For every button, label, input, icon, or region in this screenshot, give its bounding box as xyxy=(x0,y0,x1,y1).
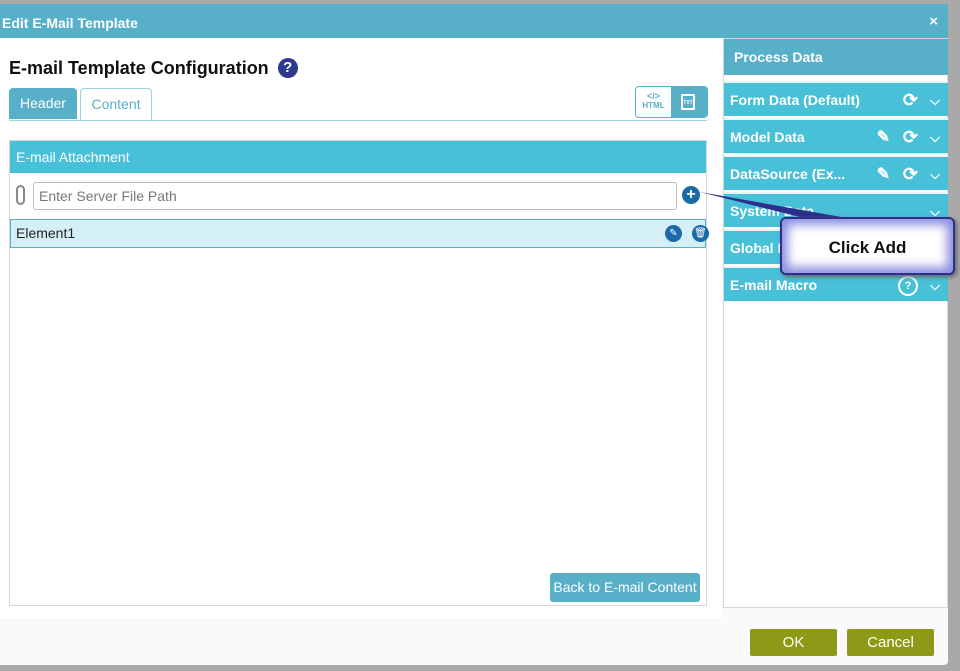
html-format-button[interactable]: </> HTML xyxy=(636,87,671,117)
dialog-title: Edit E-Mail Template xyxy=(2,15,138,31)
back-to-email-content-button[interactable]: Back to E-mail Content xyxy=(550,573,700,602)
refresh-icon[interactable]: ⟳ xyxy=(903,157,918,192)
chevron-down-icon[interactable]: ⌵ xyxy=(930,157,940,192)
process-data-item-model-data[interactable]: Model Data ✎ ⟳ ⌵ xyxy=(724,118,948,153)
attachment-list-item[interactable]: Element1 ✎ 🗑 xyxy=(10,219,709,248)
email-attachment-panel: E-mail Attachment + Element1 ✎ 🗑 Back to… xyxy=(9,140,709,606)
click-add-callout: Click Add xyxy=(780,217,955,275)
attachment-label: Element1 xyxy=(16,225,76,241)
txt-format-button[interactable]: TXT xyxy=(671,87,707,117)
process-data-title: Process Data xyxy=(724,39,948,75)
delete-trash-icon[interactable]: 🗑 xyxy=(692,225,709,242)
format-toggle: </> HTML TXT xyxy=(635,86,708,118)
template-config-area: E-mail Template Configuration ? Header C… xyxy=(0,38,722,618)
item-label: Form Data (Default) xyxy=(730,92,860,108)
tab-header[interactable]: Header xyxy=(9,88,77,119)
dialog-titlebar: Edit E-Mail Template × xyxy=(0,4,948,38)
txt-label: TXT xyxy=(683,100,693,106)
edit-email-template-dialog: Edit E-Mail Template × E-mail Template C… xyxy=(0,4,948,665)
refresh-icon[interactable]: ⟳ xyxy=(903,120,918,155)
chevron-down-icon[interactable]: ⌵ xyxy=(930,83,940,118)
chevron-down-icon[interactable]: ⌵ xyxy=(930,120,940,155)
item-label: E-mail Macro xyxy=(730,277,818,293)
page-title-text: E-mail Template Configuration xyxy=(9,58,269,78)
edit-pencil-icon[interactable]: ✎ xyxy=(665,225,682,242)
pencil-icon[interactable]: ✎ xyxy=(877,157,890,192)
help-icon[interactable]: ? xyxy=(277,58,298,78)
html-label: HTML xyxy=(642,101,665,110)
process-data-item-form-data[interactable]: Form Data (Default) ⟳ ⌵ xyxy=(724,81,948,116)
code-icon: </> xyxy=(646,91,660,101)
close-icon[interactable]: × xyxy=(929,13,938,30)
process-data-panel: Process Data Form Data (Default) ⟳ ⌵ Mod… xyxy=(723,38,948,608)
item-label: Model Data xyxy=(730,129,805,145)
add-attachment-button[interactable]: + xyxy=(682,186,700,204)
item-label: DataSource (Ex... xyxy=(730,166,846,182)
help-icon[interactable]: ? xyxy=(898,276,918,296)
pencil-icon[interactable]: ✎ xyxy=(877,120,890,155)
panel-title: E-mail Attachment xyxy=(10,141,706,173)
tab-divider xyxy=(9,120,707,121)
cancel-button[interactable]: Cancel xyxy=(847,629,934,656)
tab-content[interactable]: Content xyxy=(80,88,152,120)
ok-button[interactable]: OK xyxy=(750,629,837,656)
process-data-item-datasource[interactable]: DataSource (Ex... ✎ ⟳ ⌵ xyxy=(724,155,948,190)
page-title: E-mail Template Configuration ? xyxy=(9,58,298,79)
paperclip-icon xyxy=(16,185,25,205)
txt-file-icon: TXT xyxy=(681,94,695,110)
server-file-path-input[interactable] xyxy=(33,182,677,210)
refresh-icon[interactable]: ⟳ xyxy=(903,83,918,118)
